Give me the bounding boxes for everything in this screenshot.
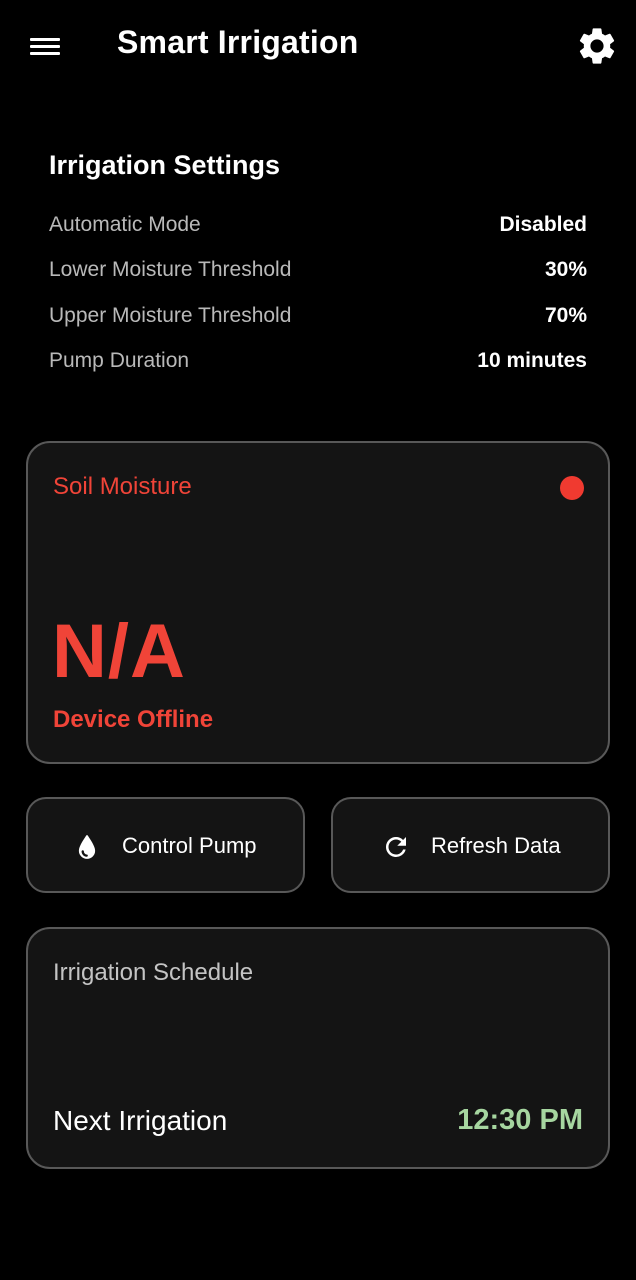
device-status: Device Offline [53, 706, 214, 733]
app-title: Smart Irrigation [117, 24, 359, 60]
setting-label: Automatic Mode [49, 213, 201, 236]
settings-section-title: Irrigation Settings [49, 150, 281, 180]
refresh-icon [381, 832, 411, 862]
setting-row-lower-threshold: Lower Moisture Threshold 30% [49, 258, 587, 288]
moisture-value: N/A [52, 609, 186, 694]
schedule-title: Irrigation Schedule [53, 959, 254, 986]
setting-label: Pump Duration [49, 349, 190, 372]
next-irrigation-time: 12:30 PM [457, 1104, 583, 1136]
gear-icon[interactable] [575, 24, 619, 68]
app-screen: Smart Irrigation Irrigation Settings Aut… [0, 0, 636, 1280]
setting-value: 30% [544, 258, 587, 281]
refresh-data-label: Refresh Data [431, 833, 561, 858]
control-pump-button[interactable]: Control Pump [26, 797, 305, 893]
setting-row-pump-duration: Pump Duration 10 minutes [49, 349, 587, 379]
setting-label: Lower Moisture Threshold [49, 258, 292, 281]
irrigation-schedule-card: Irrigation Schedule Next Irrigation 12:3… [26, 927, 610, 1169]
setting-value: Disabled [499, 213, 587, 236]
setting-label: Upper Moisture Threshold [49, 304, 292, 327]
refresh-data-button[interactable]: Refresh Data [331, 797, 610, 893]
app-bar: Smart Irrigation [0, 0, 636, 90]
water-drop-icon [72, 832, 102, 862]
hamburger-menu-icon[interactable] [24, 26, 68, 66]
soil-moisture-card: Soil Moisture N/A Device Offline [26, 441, 610, 764]
next-irrigation-label: Next Irrigation [53, 1105, 228, 1136]
control-pump-label: Control Pump [122, 833, 257, 858]
status-indicator-dot [560, 476, 584, 500]
setting-row-automatic-mode: Automatic Mode Disabled [49, 213, 587, 243]
setting-row-upper-threshold: Upper Moisture Threshold 70% [49, 304, 587, 334]
setting-value: 10 minutes [477, 349, 587, 372]
soil-moisture-title: Soil Moisture [53, 473, 192, 500]
setting-value: 70% [544, 304, 587, 327]
